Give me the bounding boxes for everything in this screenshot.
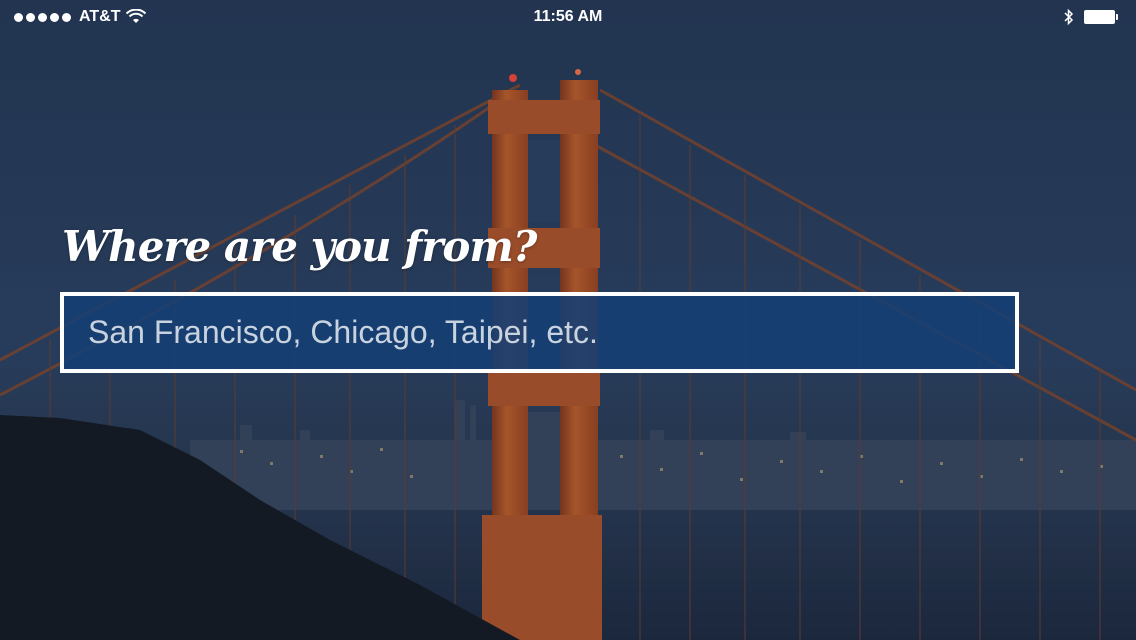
status-bar-time: 11:56 AM — [533, 8, 603, 25]
battery-icon — [1084, 10, 1118, 24]
prompt-title: Where are you from? — [62, 222, 537, 271]
status-bar: AT&T 11:56 AM — [0, 0, 1136, 36]
status-bar-right — [1064, 8, 1118, 26]
city-input-box[interactable] — [60, 292, 1019, 373]
bluetooth-icon — [1064, 8, 1074, 26]
city-input[interactable] — [64, 296, 1015, 369]
